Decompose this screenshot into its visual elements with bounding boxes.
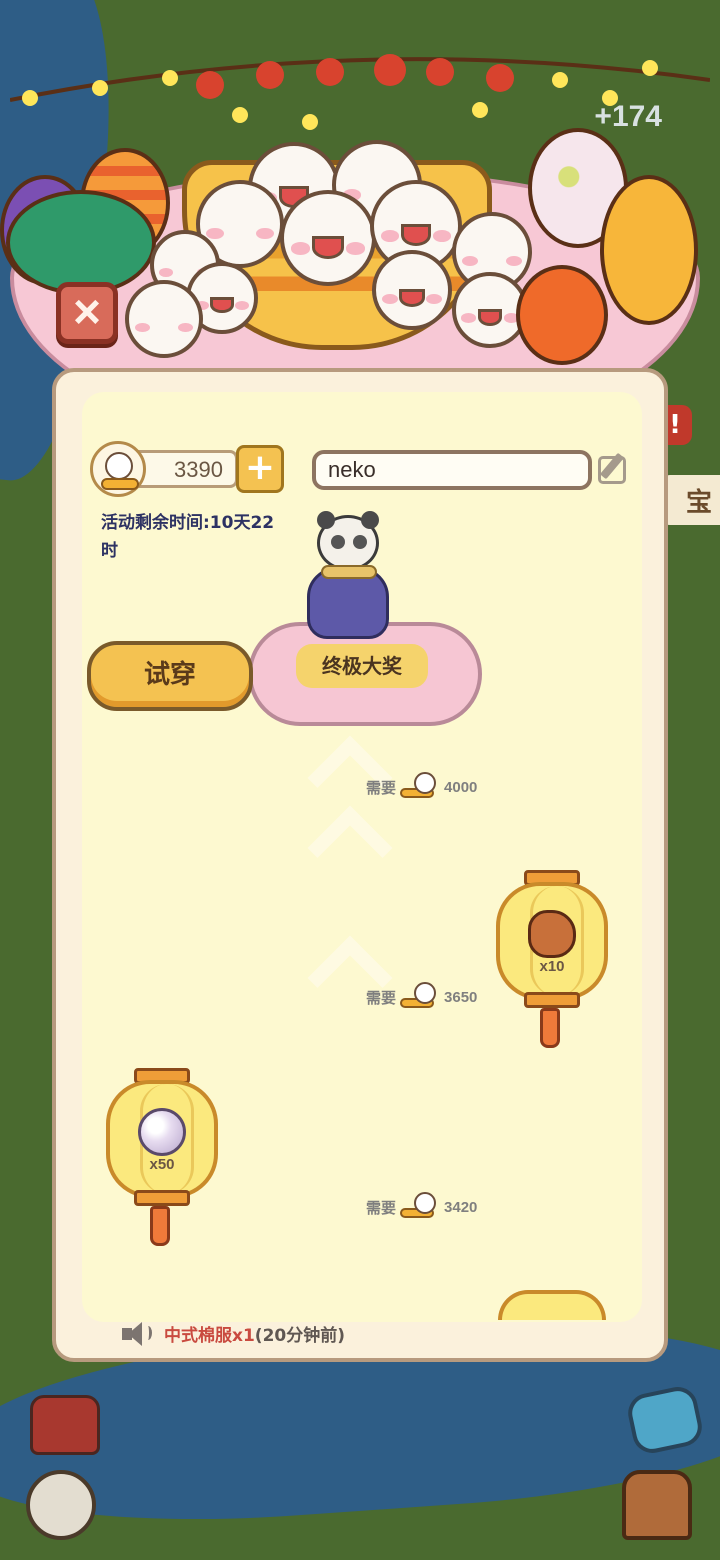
require-label: 需要 (366, 778, 397, 797)
milestone-requirement: 需要 3650 (366, 982, 477, 1012)
glowing-lantern-icon (516, 265, 608, 365)
side-treasure-button[interactable]: 宝 (660, 475, 720, 525)
panda-costume-prize[interactable] (305, 511, 391, 645)
reward-quantity: x50 (149, 1156, 175, 1173)
reward-lantern[interactable]: x50 (106, 1068, 218, 1248)
event-timer: 活动剩余时间:10天22时 (101, 513, 275, 561)
ticker-time: (20分钟前) (254, 1325, 345, 1346)
orange-flower-lantern-icon (600, 175, 698, 325)
tangyuan-coin-icon (398, 772, 442, 802)
tangyuan-face-icon (372, 250, 452, 330)
require-cost: 3650 (444, 988, 478, 1006)
tangyuan-coin-icon (398, 982, 442, 1012)
tangyuan-coin-icon (90, 441, 146, 497)
news-ticker: 中式棉服x1(20分钟前) (120, 1316, 345, 1350)
tangyuan-face-icon (125, 280, 203, 358)
plus-icon: + (244, 447, 276, 488)
close-icon: × (72, 286, 102, 339)
require-cost: 3420 (444, 1198, 478, 1216)
currency-display: 3390 + (90, 441, 285, 497)
green-lantern-icon (6, 190, 156, 295)
require-cost: 4000 (444, 778, 478, 796)
red-house-icon[interactable] (30, 1395, 100, 1455)
tangyuan-coin-icon (398, 1192, 442, 1222)
edit-name-button[interactable] (598, 452, 630, 486)
try-on-button[interactable]: 试穿 (87, 641, 253, 711)
milestone-requirement: 需要 3420 (366, 1192, 477, 1222)
close-button[interactable]: × (56, 282, 118, 344)
reward-lantern[interactable]: x10 (496, 870, 608, 1050)
grand-prize-label: 终极大奖 (296, 644, 428, 688)
add-currency-button[interactable]: + (236, 445, 284, 493)
speaker-icon (120, 1320, 154, 1346)
name-input[interactable]: neko (312, 450, 592, 490)
require-label: 需要 (366, 1198, 397, 1217)
reward-quantity: x10 (539, 958, 565, 975)
mushroom-hut-icon[interactable] (622, 1470, 692, 1540)
ticker-item: 中式棉服x1 (164, 1325, 255, 1346)
tangyuan-face-icon (280, 190, 376, 286)
currency-amount: 3390 (138, 450, 238, 488)
require-label: 需要 (366, 988, 397, 1007)
paw-icon[interactable] (26, 1470, 96, 1540)
next-reward-lantern[interactable] (498, 1290, 606, 1320)
pearl-icon (138, 1108, 186, 1156)
milestone-requirement: 需要 4000 (366, 772, 477, 802)
roast-meat-icon (528, 910, 576, 958)
